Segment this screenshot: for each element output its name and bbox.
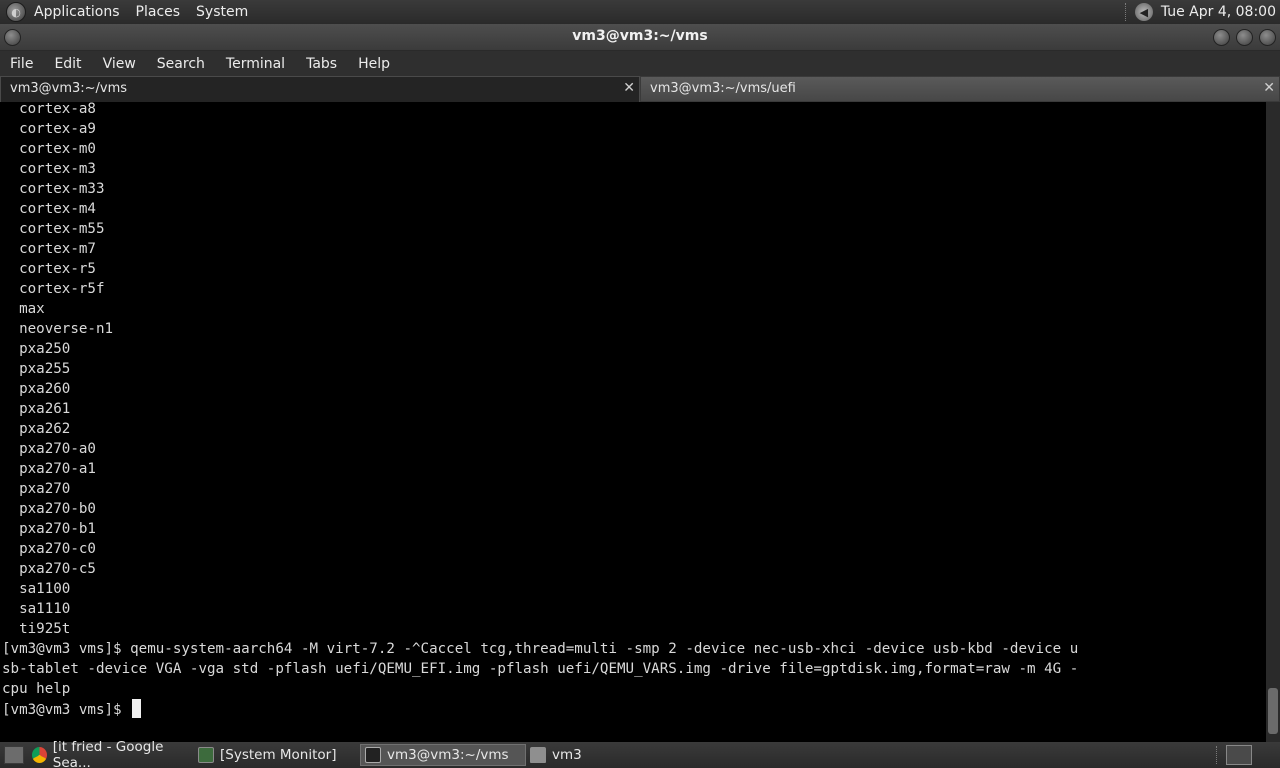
terminal-cursor [132,699,142,718]
terminal-line: sa1110 [2,601,71,617]
places-menu[interactable]: Places [136,4,181,20]
terminal-tabs: vm3@vm3:~/vms ✕ vm3@vm3:~/vms/uefi ✕ [0,76,1280,102]
task-terminal[interactable]: vm3@vm3:~/vms [360,744,526,766]
menu-view[interactable]: View [103,56,136,72]
chrome-icon [32,747,47,763]
task-label: [System Monitor] [220,747,337,763]
terminal-prompt-line[interactable]: [vm3@vm3 vms]$ [2,699,1078,719]
terminal-line: max [2,301,45,317]
tab-vms[interactable]: vm3@vm3:~/vms ✕ [0,76,640,102]
window-titlebar[interactable]: vm3@vm3:~/vms [0,24,1280,51]
terminal-line: pxa270-b1 [2,521,96,537]
terminal-line: pxa261 [2,401,71,417]
task-label: vm3@vm3:~/vms [387,747,509,763]
taskbar-separator [1216,746,1218,764]
terminal-line: pxa270-a1 [2,461,96,477]
terminal-line: cortex-m4 [2,201,96,217]
menu-terminal[interactable]: Terminal [226,56,285,72]
terminal-line: sa1100 [2,581,71,597]
terminal-line: ti925t [2,621,71,637]
terminal-line: pxa270 [2,481,71,497]
menu-help[interactable]: Help [358,56,390,72]
terminal-line: pxa270-a0 [2,441,96,457]
task-folder[interactable]: vm3 [526,744,692,766]
minimize-button[interactable] [1213,29,1230,46]
window-title: vm3@vm3:~/vms [572,28,708,44]
terminal-line: cortex-m3 [2,161,96,177]
terminal-line: pxa255 [2,361,71,377]
workspace-switcher[interactable] [1226,745,1252,765]
terminal-line: pxa270-c0 [2,541,96,557]
tray-separator [1124,3,1127,21]
top-panel: ◐ Applications Places System ◀ Tue Apr 4… [0,0,1280,24]
task-label: [it fried - Google Sea... [52,739,164,768]
tab-label: vm3@vm3:~/vms/uefi [650,81,796,96]
terminal-line: cortex-m7 [2,241,96,257]
terminal-line: cortex-a9 [2,121,96,137]
menu-file[interactable]: File [10,56,33,72]
menu-edit[interactable]: Edit [54,56,81,72]
maximize-button[interactable] [1236,29,1253,46]
terminal-scrollbar[interactable] [1266,102,1280,742]
terminal-line: cpu help [2,681,71,697]
system-monitor-icon [198,747,214,763]
menu-tabs[interactable]: Tabs [306,56,337,72]
terminal-output[interactable]: cortex-a8 cortex-a9 cortex-m0 cortex-m3 … [0,102,1266,742]
terminal-line: cortex-r5f [2,281,105,297]
close-button[interactable] [1259,29,1276,46]
terminal-prompt: [vm3@vm3 vms]$ [2,702,131,718]
scrollbar-thumb[interactable] [1268,688,1278,734]
distro-logo-icon[interactable]: ◐ [6,2,26,22]
terminal-text: cortex-a8 cortex-a9 cortex-m0 cortex-m3 … [2,102,1078,719]
terminal-line: pxa260 [2,381,71,397]
bottom-taskbar: [it fried - Google Sea... [System Monito… [0,739,1280,768]
terminal-line: sb-tablet -device VGA -vga std -pflash u… [2,661,1079,677]
terminal-line: cortex-r5 [2,261,96,277]
menu-search[interactable]: Search [157,56,205,72]
terminal-line: cortex-m33 [2,181,105,197]
tab-vms-uefi[interactable]: vm3@vm3:~/vms/uefi ✕ [640,76,1280,102]
applications-menu[interactable]: Applications [34,4,120,20]
panel-clock[interactable]: Tue Apr 4, 08:00 [1161,4,1276,20]
terminal-line: pxa262 [2,421,71,437]
terminal-menubar: File Edit View Search Terminal Tabs Help [0,51,1280,76]
show-desktop-icon[interactable] [4,746,24,764]
system-menu[interactable]: System [196,4,248,20]
terminal-line: [vm3@vm3 vms]$ qemu-system-aarch64 -M vi… [2,641,1079,657]
terminal-line: cortex-m0 [2,141,96,157]
terminal-line: pxa250 [2,341,71,357]
tab-label: vm3@vm3:~/vms [10,81,128,96]
terminal-line: cortex-m55 [2,221,105,237]
volume-icon[interactable]: ◀ [1134,3,1153,21]
task-system-monitor[interactable]: [System Monitor] [194,744,360,766]
terminal-line: cortex-a8 [2,102,96,117]
terminal-line: pxa270-b0 [2,501,96,517]
folder-icon [530,747,546,763]
terminal-line: neoverse-n1 [2,321,114,337]
terminal-icon [365,747,381,763]
tab-close-icon[interactable]: ✕ [1263,80,1275,96]
task-chrome[interactable]: [it fried - Google Sea... [28,739,194,768]
panel-tray: ◀ Tue Apr 4, 08:00 [1124,0,1280,24]
workspace-switcher-area [1216,742,1280,768]
terminal-line: pxa270-c5 [2,561,96,577]
tab-close-icon[interactable]: ✕ [623,80,635,96]
task-label: vm3 [552,747,582,763]
